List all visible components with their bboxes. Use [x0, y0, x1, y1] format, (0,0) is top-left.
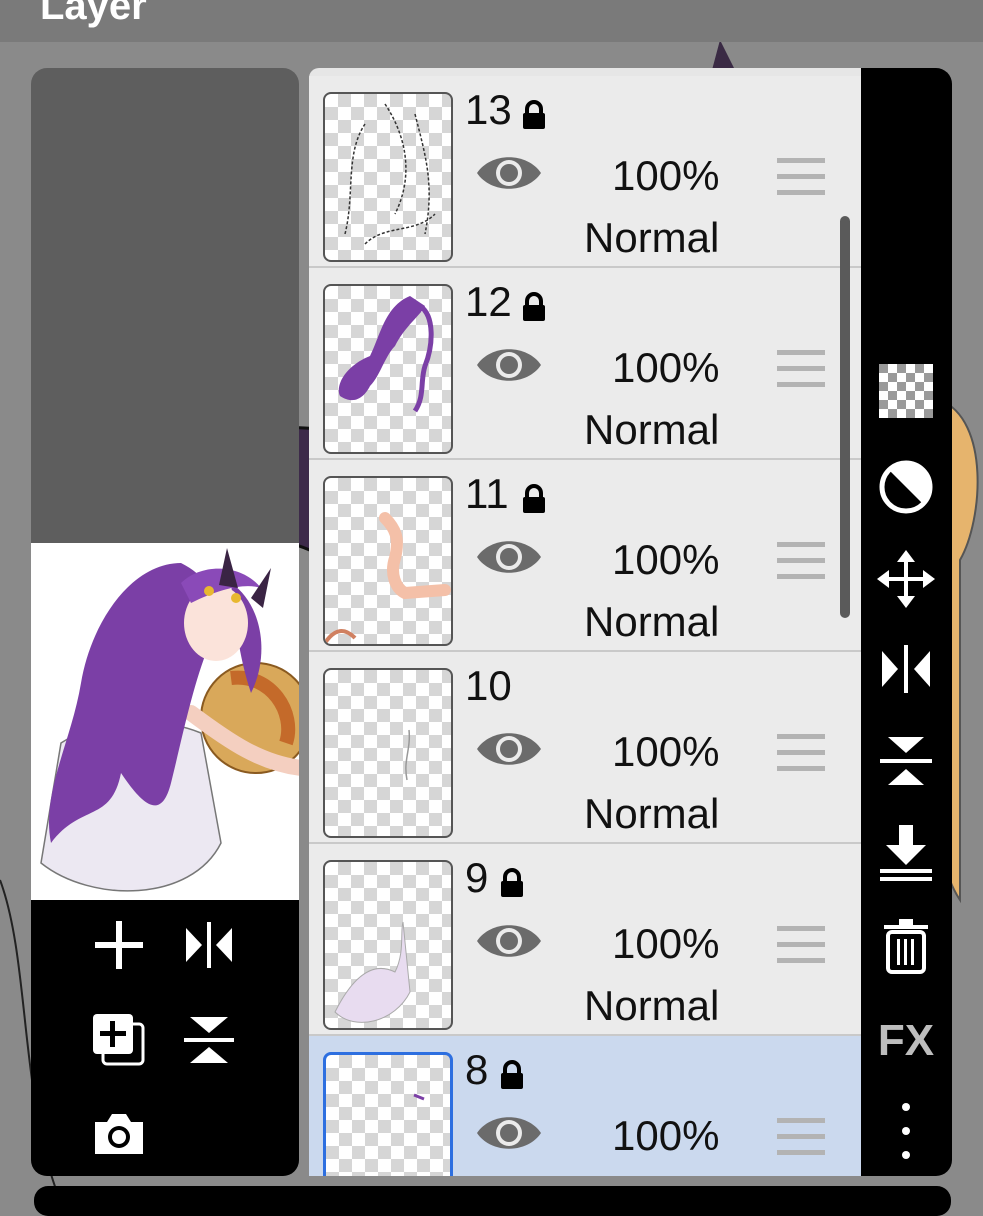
left-toolbar [31, 900, 299, 1176]
thumbnail-art [413, 1093, 425, 1101]
drag-handle-icon[interactable] [777, 926, 825, 969]
preview-artwork [40, 548, 299, 892]
layer-opacity[interactable]: 100% [612, 728, 719, 776]
eye-icon[interactable] [475, 150, 543, 201]
layer-opacity[interactable]: 100% [612, 920, 719, 968]
thumbnail-art [405, 729, 411, 781]
layer-thumbnail[interactable] [323, 284, 453, 454]
fx-label: FX [877, 1016, 935, 1065]
layer-name: 12 [465, 278, 512, 325]
thumbnail-art [344, 103, 436, 245]
flip-horizontal-icon[interactable] [179, 915, 239, 975]
left-panel [31, 68, 299, 1176]
layer-thumbnail[interactable] [323, 92, 453, 262]
merge-down-icon[interactable] [875, 823, 937, 885]
half-circle-icon[interactable] [875, 456, 937, 518]
layer-opacity[interactable]: 100% [612, 1112, 719, 1160]
drag-handle-icon[interactable] [777, 1118, 825, 1161]
bottom-bar [34, 1186, 951, 1216]
layer-thumbnail[interactable] [323, 1052, 453, 1176]
eye-icon[interactable] [475, 342, 543, 393]
add-layer-icon[interactable] [89, 915, 149, 975]
eye-icon[interactable] [475, 534, 543, 585]
lock-icon[interactable] [521, 292, 547, 327]
more-vertical-icon[interactable] [875, 1100, 937, 1162]
eye-icon[interactable] [475, 1110, 543, 1161]
panel-header: Layer [0, 0, 983, 42]
layer-thumbnail[interactable] [323, 476, 453, 646]
layer-row[interactable]: 12 100% Normal [309, 268, 861, 460]
thumbnail-art [338, 296, 434, 413]
layer-blend-mode[interactable]: Normal [584, 214, 719, 262]
drag-handle-icon[interactable] [777, 350, 825, 393]
layer-row[interactable]: 13 100% Normal [309, 76, 861, 268]
drag-handle-icon[interactable] [777, 542, 825, 585]
layer-blend-mode[interactable]: Normal [584, 790, 719, 838]
move-icon[interactable] [875, 548, 937, 610]
canvas-preview[interactable] [31, 543, 299, 900]
lock-icon[interactable] [521, 100, 547, 135]
layer-name: 9 [465, 854, 489, 901]
eye-icon[interactable] [475, 918, 543, 969]
flip-vertical-icon[interactable] [875, 730, 937, 792]
layer-blend-mode[interactable]: Normal [584, 1174, 719, 1176]
layer-thumbnail[interactable] [323, 668, 453, 838]
eye-icon[interactable] [475, 726, 543, 777]
layer-blend-mode[interactable]: Normal [584, 598, 719, 646]
layer-thumbnail[interactable] [323, 860, 453, 1030]
panel-title: Layer [40, 0, 147, 28]
layer-blend-mode[interactable]: Normal [584, 982, 719, 1030]
layer-opacity[interactable]: 100% [612, 152, 719, 200]
camera-icon[interactable] [89, 1104, 149, 1164]
layer-row[interactable]: 11 100% Normal [309, 460, 861, 652]
right-toolbar: FX [861, 68, 952, 1176]
layer-list-scrollbar[interactable] [840, 216, 850, 618]
layer-name: 8 [465, 1046, 489, 1093]
thumbnail-art [325, 512, 451, 644]
layer-opacity[interactable]: 100% [612, 344, 719, 392]
layer-row[interactable]: 10 100% Normal [309, 652, 861, 844]
duplicate-layer-icon[interactable] [89, 1010, 149, 1070]
layer-opacity[interactable]: 100% [612, 536, 719, 584]
layer-row[interactable]: 9 100% Normal [309, 844, 861, 1036]
trash-icon[interactable] [875, 916, 937, 978]
lock-icon[interactable] [499, 868, 525, 903]
layer-name: 13 [465, 86, 512, 133]
flip-vertical-icon[interactable] [179, 1010, 239, 1070]
lock-icon[interactable] [499, 1060, 525, 1095]
drag-handle-icon[interactable] [777, 734, 825, 777]
layer-name: 11 [465, 470, 509, 517]
flip-horizontal-icon[interactable] [875, 638, 937, 700]
lock-icon[interactable] [521, 484, 547, 519]
layer-row[interactable]: 8 100% Normal [309, 1036, 861, 1176]
layer-list[interactable]: 13 100% Normal 12 100% Normal 11 100% No… [309, 68, 861, 1176]
thumbnail-art [334, 921, 411, 1023]
drag-handle-icon[interactable] [777, 158, 825, 201]
fx-icon[interactable]: FX [875, 1010, 937, 1072]
layer-name: 10 [465, 662, 512, 709]
layer-blend-mode[interactable]: Normal [584, 406, 719, 454]
checkerboard-icon[interactable] [875, 360, 937, 422]
